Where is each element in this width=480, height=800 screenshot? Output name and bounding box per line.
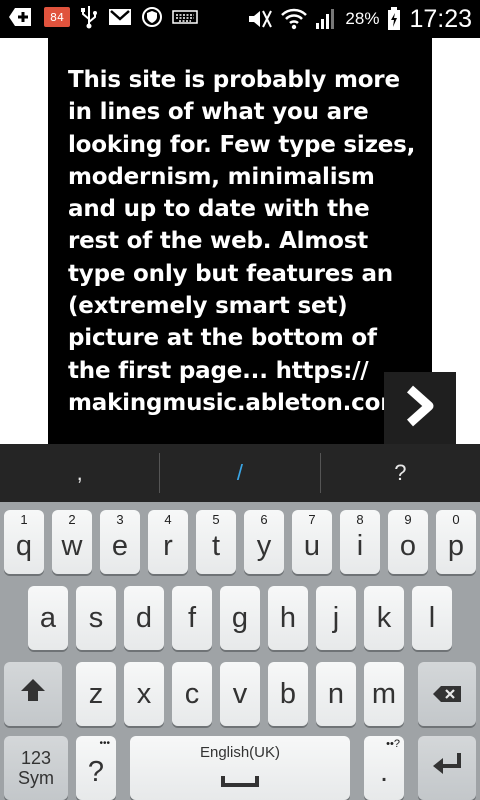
key-z[interactable]: z	[76, 662, 116, 726]
keyboard: 1q 2w 3e 4r 5t 6y 7u 8i 9o 0p a s d f g …	[0, 502, 480, 800]
key-label: r	[163, 529, 173, 562]
key-j[interactable]: j	[316, 586, 356, 650]
key-a[interactable]: a	[28, 586, 68, 650]
question-key[interactable]: •••?	[76, 736, 116, 800]
period-key[interactable]: ••?.	[364, 736, 404, 800]
key-l[interactable]: l	[412, 586, 452, 650]
key-p[interactable]: 0p	[436, 510, 476, 574]
space-icon	[220, 763, 260, 796]
key-e[interactable]: 3e	[100, 510, 140, 574]
key-y[interactable]: 6y	[244, 510, 284, 574]
key-hint: ••?	[386, 738, 400, 750]
key-hint: •••	[99, 738, 110, 749]
signal-icon	[315, 8, 337, 30]
key-label: e	[111, 529, 129, 562]
post-card: This site is probably more in lines of w…	[48, 38, 432, 444]
add-notification-icon	[8, 6, 34, 28]
key-i[interactable]: 8i	[340, 510, 380, 574]
key-r[interactable]: 4r	[148, 510, 188, 574]
symbols-key[interactable]: 123 Sym	[4, 736, 68, 800]
key-x[interactable]: x	[124, 662, 164, 726]
shift-icon	[19, 676, 47, 712]
key-label: i	[356, 529, 364, 562]
keyboard-icon	[172, 9, 198, 25]
key-k[interactable]: k	[364, 586, 404, 650]
suggestion-slash[interactable]: /	[160, 444, 319, 502]
key-h[interactable]: h	[268, 586, 308, 650]
key-n[interactable]: n	[316, 662, 356, 726]
key-hint: 0	[452, 512, 460, 527]
backspace-icon	[432, 678, 462, 711]
enter-icon	[431, 751, 463, 785]
suggestion-strip: , / ?	[0, 444, 480, 502]
usb-icon	[80, 5, 98, 29]
key-hint: 8	[356, 512, 364, 527]
shield-icon	[142, 7, 162, 27]
content-area: This site is probably more in lines of w…	[0, 38, 480, 444]
key-u[interactable]: 7u	[292, 510, 332, 574]
notification-count-badge: 84	[44, 7, 70, 27]
chevron-right-icon	[403, 384, 437, 432]
key-o[interactable]: 9o	[388, 510, 428, 574]
key-g[interactable]: g	[220, 586, 260, 650]
key-label: ?	[87, 755, 105, 788]
key-v[interactable]: v	[220, 662, 260, 726]
key-c[interactable]: c	[172, 662, 212, 726]
symbols-key-line2: Sym	[18, 768, 54, 788]
key-s[interactable]: s	[76, 586, 116, 650]
space-bar[interactable]: English(UK)	[130, 736, 350, 800]
key-hint: 6	[260, 512, 268, 527]
key-hint: 3	[116, 512, 124, 527]
backspace-key[interactable]	[418, 662, 476, 726]
key-b[interactable]: b	[268, 662, 308, 726]
key-d[interactable]: d	[124, 586, 164, 650]
key-f[interactable]: f	[172, 586, 212, 650]
key-label: q	[15, 529, 33, 562]
key-label: w	[61, 529, 83, 562]
gmail-icon	[108, 8, 132, 26]
battery-percentage: 28%	[345, 9, 380, 28]
key-w[interactable]: 2w	[52, 510, 92, 574]
space-bar-language-label: English(UK)	[199, 744, 281, 761]
key-q[interactable]: 1q	[4, 510, 44, 574]
key-label: .	[379, 755, 389, 788]
status-bar: 84 28% 17:23	[0, 0, 480, 38]
wifi-icon	[281, 7, 308, 31]
post-text: This site is probably more in lines of w…	[68, 67, 416, 416]
key-label: u	[303, 529, 321, 562]
mute-icon	[247, 8, 273, 30]
suggestion-question[interactable]: ?	[321, 444, 480, 502]
shift-key[interactable]	[4, 662, 62, 726]
key-label: p	[447, 529, 465, 562]
battery-charging-icon	[387, 7, 401, 31]
key-hint: 2	[68, 512, 76, 527]
key-label: o	[399, 529, 417, 562]
symbols-key-line1: 123	[20, 748, 52, 768]
key-t[interactable]: 5t	[196, 510, 236, 574]
enter-key[interactable]	[418, 736, 476, 800]
key-hint: 5	[212, 512, 220, 527]
key-hint: 9	[404, 512, 412, 527]
key-hint: 1	[20, 512, 28, 527]
clock: 17:23	[409, 4, 472, 33]
next-button[interactable]	[384, 372, 456, 444]
key-label: t	[211, 529, 221, 562]
key-hint: 7	[308, 512, 316, 527]
suggestion-comma[interactable]: ,	[0, 444, 159, 502]
key-hint: 4	[164, 512, 172, 527]
key-label: y	[256, 529, 272, 562]
key-m[interactable]: m	[364, 662, 404, 726]
